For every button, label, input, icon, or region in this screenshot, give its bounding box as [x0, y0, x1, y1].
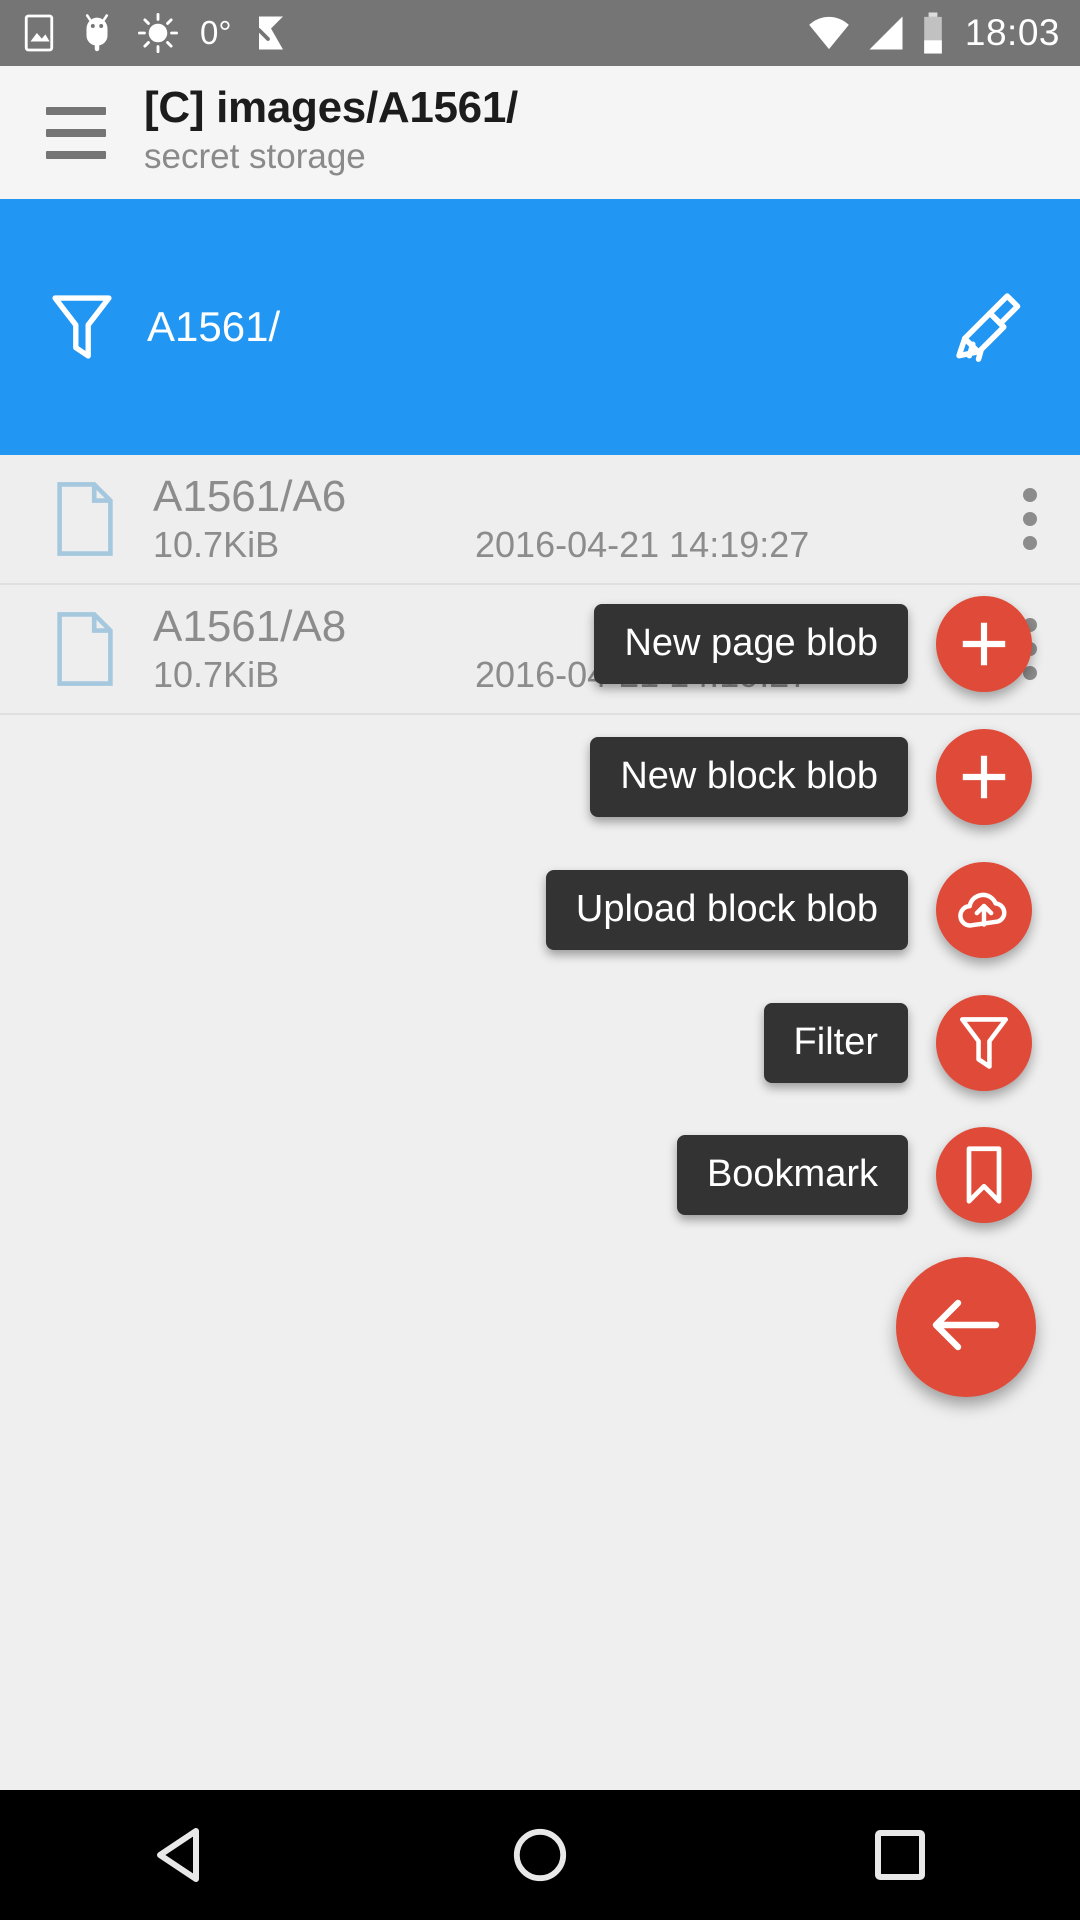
fab-label: Bookmark: [676, 1135, 908, 1215]
document-icon: [55, 481, 115, 557]
file-name: A1561/A6: [153, 472, 347, 522]
battery-icon: [921, 11, 945, 55]
status-bar: 0° 18:03: [0, 0, 1080, 66]
fab-item-new-page-blob[interactable]: New page blob: [594, 596, 1080, 692]
broom-icon[interactable]: [950, 287, 1030, 367]
status-bar-left-icons: 0°: [22, 12, 288, 54]
plus-icon[interactable]: [936, 596, 1032, 692]
brightness-icon: [138, 13, 178, 53]
hamburger-menu-icon[interactable]: [46, 106, 110, 159]
file-date: 2016-04-21 14:19:27: [475, 523, 810, 565]
fab-back-button[interactable]: [896, 1257, 1036, 1397]
file-size: 10.7KiB: [153, 523, 280, 565]
fab-item-bookmark[interactable]: Bookmark: [676, 1127, 1080, 1223]
plus-icon[interactable]: [936, 729, 1032, 825]
wifi-icon: [807, 13, 851, 53]
android-robot-icon: [78, 12, 116, 54]
signal-icon: [865, 13, 907, 53]
bookmark-icon[interactable]: [936, 1127, 1032, 1223]
fab-label: New block blob: [590, 737, 908, 817]
checkmark-flag-icon: [254, 12, 288, 54]
file-size: 10.7KiB: [153, 653, 280, 695]
square-recents-icon[interactable]: [840, 1795, 960, 1915]
fab-label: Upload block blob: [545, 870, 908, 950]
document-icon: [55, 611, 115, 687]
fab-item-upload-block-blob[interactable]: Upload block blob: [545, 862, 1080, 958]
arrow-left-icon: [930, 1294, 1002, 1361]
temperature-label: 0°: [200, 14, 232, 51]
image-icon: [22, 13, 56, 53]
fab-label: New page blob: [594, 604, 908, 684]
filter-bar-label: A1561/: [147, 303, 281, 350]
kebab-menu-icon[interactable]: [1022, 488, 1038, 550]
filter-bar[interactable]: A1561/: [0, 199, 1080, 455]
fab-label: Filter: [763, 1003, 908, 1083]
page-subtitle: secret storage: [144, 137, 366, 177]
cloud-upload-icon[interactable]: [936, 862, 1032, 958]
fab-item-filter[interactable]: Filter: [763, 995, 1080, 1091]
triangle-back-icon[interactable]: [120, 1795, 240, 1915]
circle-home-icon[interactable]: [480, 1795, 600, 1915]
app-bar-titles: [C] images/A1561/ secret storage: [144, 84, 518, 179]
file-subline: 10.7KiB 2016-04-21 14:19:27: [153, 524, 1080, 566]
funnel-icon[interactable]: [936, 995, 1032, 1091]
android-navigation-bar: [0, 1790, 1080, 1920]
page-title: [C] images/A1561/: [144, 82, 518, 132]
funnel-icon: [50, 295, 114, 359]
app-bar: [C] images/A1561/ secret storage: [0, 66, 1080, 199]
file-meta: A1561/A6 10.7KiB 2016-04-21 14:19:27: [153, 472, 1080, 565]
clock-label: 18:03: [964, 12, 1060, 53]
status-bar-right-icons: 18:03: [807, 11, 1060, 55]
table-row[interactable]: A1561/A6 10.7KiB 2016-04-21 14:19:27: [0, 455, 1080, 585]
fab-item-new-block-blob[interactable]: New block blob: [590, 729, 1080, 825]
